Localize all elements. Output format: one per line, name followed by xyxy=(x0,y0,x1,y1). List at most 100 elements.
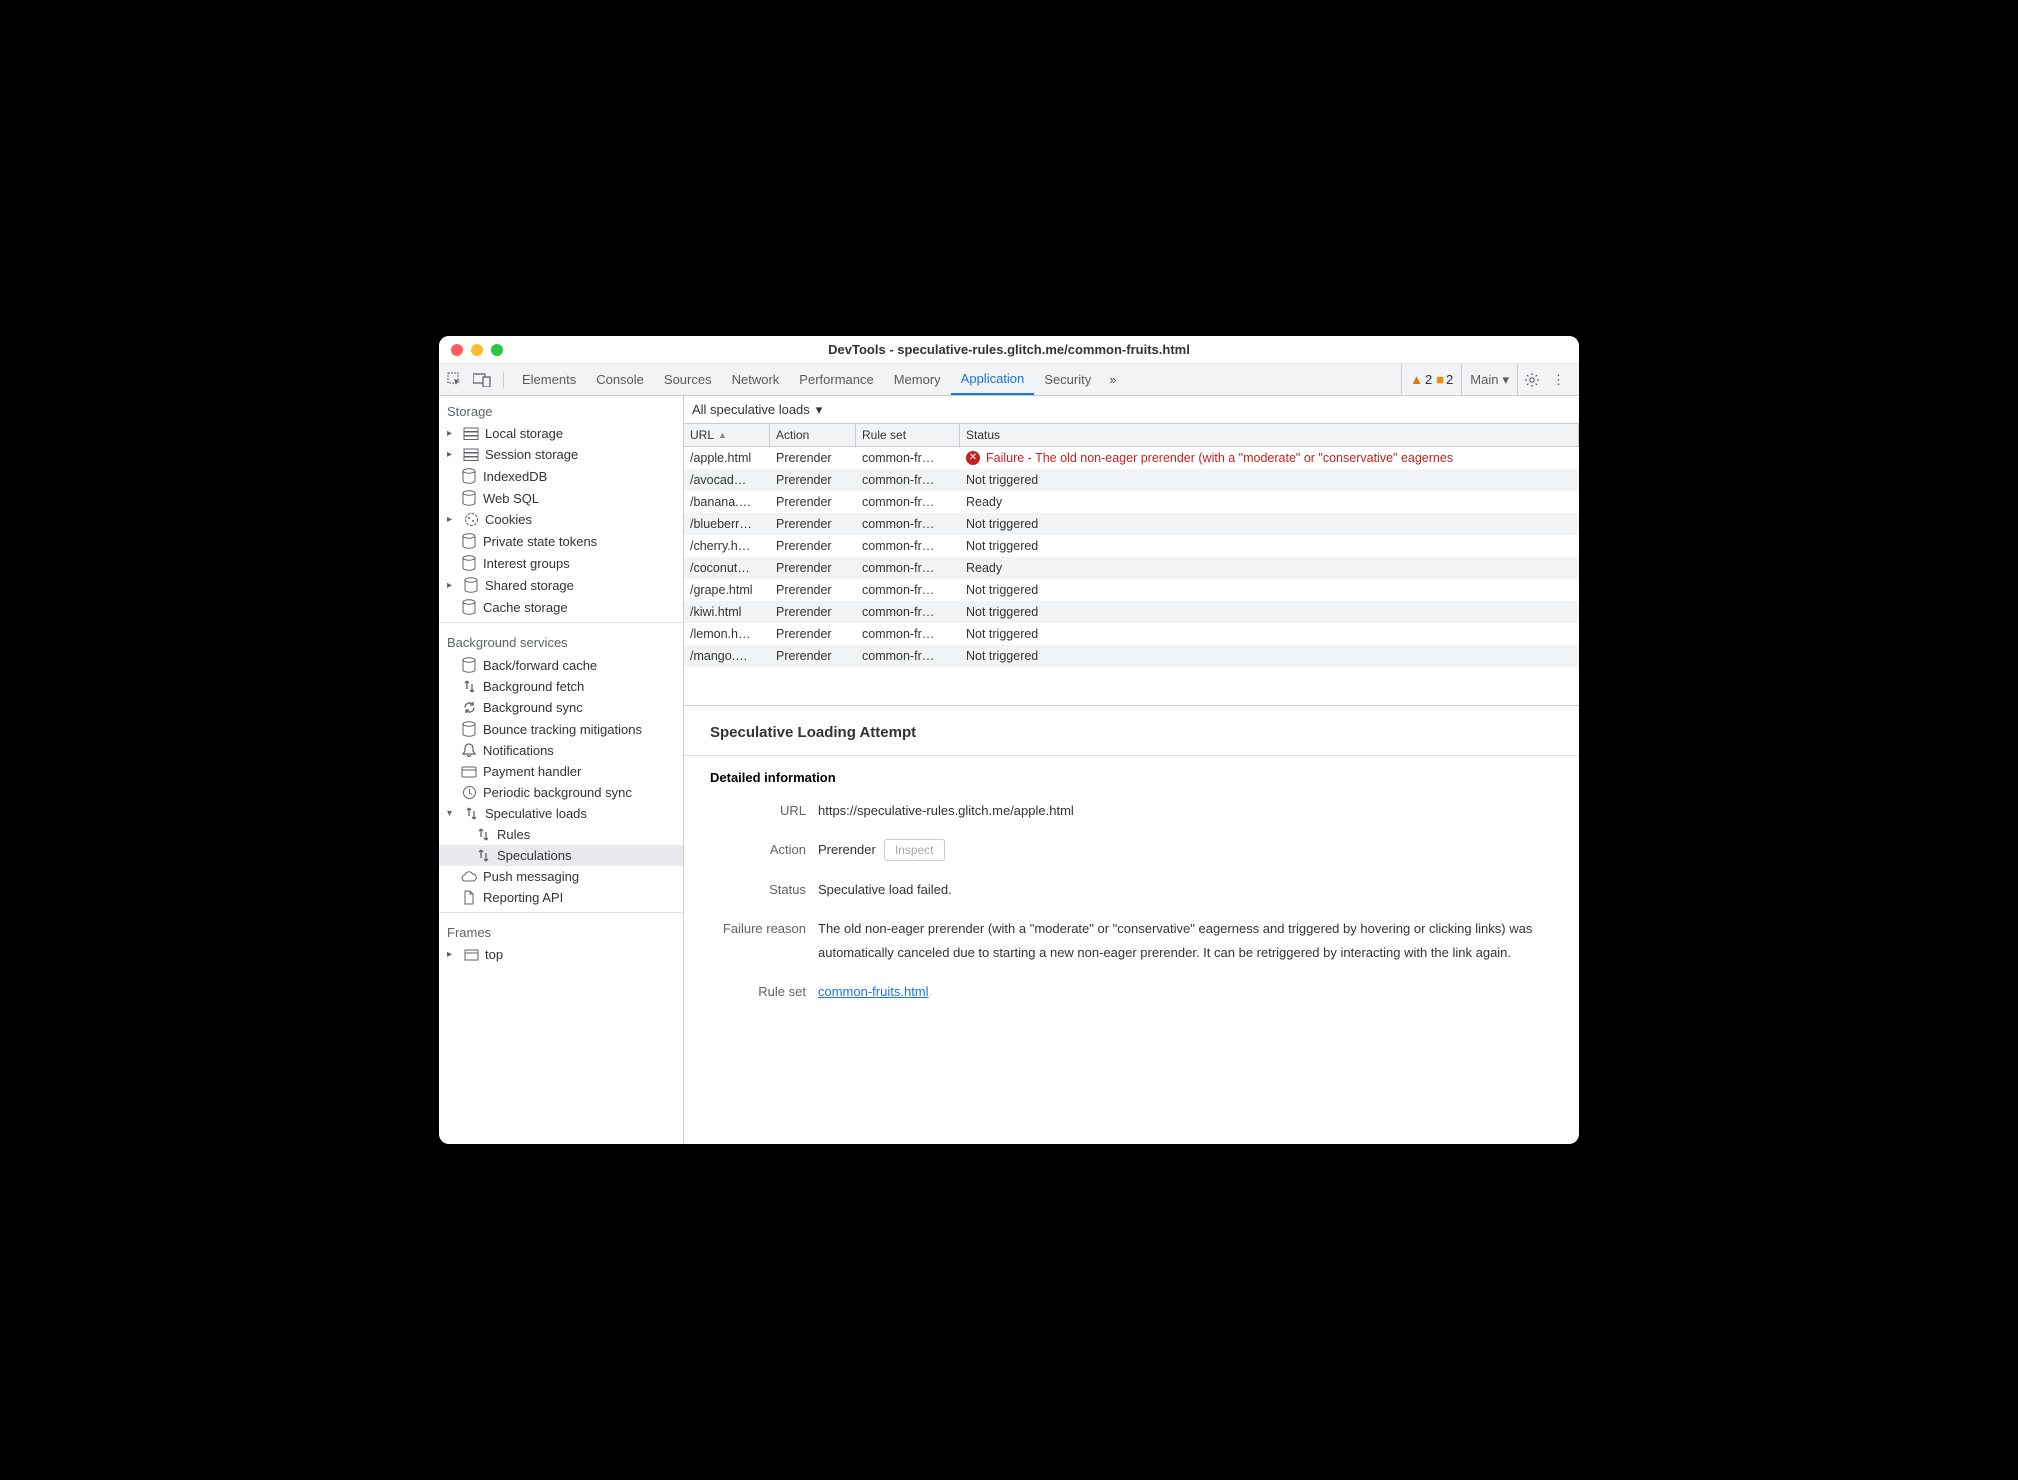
header-url[interactable]: URL▲ xyxy=(684,424,770,446)
problems-badges[interactable]: ▲2 ■2 xyxy=(1401,364,1462,395)
sidebar-item-cache-storage[interactable]: Cache storage xyxy=(439,596,683,618)
sidebar-item-reporting-api[interactable]: Reporting API xyxy=(439,887,683,908)
filter-bar: All speculative loads ▾ xyxy=(684,396,1579,424)
sidebar-item-label: Interest groups xyxy=(483,556,570,571)
tab-sources[interactable]: Sources xyxy=(654,364,722,395)
sidebar-item-interest-groups[interactable]: Interest groups xyxy=(439,552,683,574)
sidebar-item-web-sql[interactable]: Web SQL xyxy=(439,487,683,509)
sidebar-item-notifications[interactable]: Notifications xyxy=(439,740,683,761)
cell-url: /blueberr… xyxy=(684,513,770,535)
cell-ruleset: common-fr… xyxy=(856,447,960,469)
table-row[interactable]: /mango.…Prerendercommon-fr…Not triggered xyxy=(684,645,1579,667)
sidebar-item-indexeddb[interactable]: IndexedDB xyxy=(439,465,683,487)
sidebar-item-push-messaging[interactable]: Push messaging xyxy=(439,866,683,887)
sidebar-item-label: Cookies xyxy=(485,512,532,527)
sidebar-item-label: Bounce tracking mitigations xyxy=(483,722,642,737)
sidebar-item-cookies[interactable]: Cookies xyxy=(439,509,683,530)
cell-action: Prerender xyxy=(770,513,856,535)
tab-elements[interactable]: Elements xyxy=(512,364,586,395)
tab-security[interactable]: Security xyxy=(1034,364,1101,395)
sidebar-item-local-storage[interactable]: Local storage xyxy=(439,423,683,444)
sidebar-item-label: Background fetch xyxy=(483,679,584,694)
header-status[interactable]: Status xyxy=(960,424,1579,446)
tab-performance[interactable]: Performance xyxy=(789,364,883,395)
sidebar-item-label: Speculations xyxy=(497,848,571,863)
sidebar-item-top[interactable]: top xyxy=(439,944,683,965)
sidebar-item-label: Shared storage xyxy=(485,578,574,593)
sidebar-item-label: Local storage xyxy=(485,426,563,441)
cell-ruleset: common-fr… xyxy=(856,469,960,491)
cyl-icon xyxy=(463,577,479,593)
label-status: Status xyxy=(710,878,818,901)
target-selector[interactable]: Main▾ xyxy=(1462,364,1518,395)
cell-ruleset: common-fr… xyxy=(856,601,960,623)
inspect-icon[interactable] xyxy=(447,372,463,388)
cell-action: Prerender xyxy=(770,447,856,469)
header-action[interactable]: Action xyxy=(770,424,856,446)
cyl-icon xyxy=(461,490,477,506)
sidebar-item-label: Background sync xyxy=(483,700,583,715)
table-row[interactable]: /grape.htmlPrerendercommon-fr…Not trigge… xyxy=(684,579,1579,601)
table-row[interactable]: /avocad…Prerendercommon-fr…Not triggered xyxy=(684,469,1579,491)
table-row[interactable]: /cherry.h…Prerendercommon-fr…Not trigger… xyxy=(684,535,1579,557)
sidebar-item-background-fetch[interactable]: Background fetch xyxy=(439,676,683,697)
table-row[interactable]: /banana.…Prerendercommon-fr…Ready xyxy=(684,491,1579,513)
sidebar-item-rules[interactable]: Rules xyxy=(439,824,683,845)
tab-memory[interactable]: Memory xyxy=(884,364,951,395)
doc-icon xyxy=(461,890,477,905)
sidebar-item-private-state-tokens[interactable]: Private state tokens xyxy=(439,530,683,552)
sidebar-item-bounce-tracking-mitigations[interactable]: Bounce tracking mitigations xyxy=(439,718,683,740)
sidebar-item-label: Speculative loads xyxy=(485,806,587,821)
tab-network[interactable]: Network xyxy=(722,364,790,395)
sidebar-item-background-sync[interactable]: Background sync xyxy=(439,697,683,718)
card-icon xyxy=(461,766,477,778)
value-action: PrerenderInspect xyxy=(818,838,1553,861)
sidebar-item-label: Rules xyxy=(497,827,530,842)
minimize-window-button[interactable] xyxy=(471,344,483,356)
detail-heading: Speculative Loading Attempt xyxy=(710,724,1553,741)
kebab-menu-button[interactable]: ⋮ xyxy=(1546,372,1571,388)
cookie-icon xyxy=(463,512,479,527)
sidebar-item-speculative-loads[interactable]: Speculative loads xyxy=(439,803,683,824)
ruleset-link[interactable]: common-fruits.html xyxy=(818,984,929,999)
label-url: URL xyxy=(710,799,818,822)
sort-icon: ▲ xyxy=(718,430,727,440)
sidebar-item-label: Periodic background sync xyxy=(483,785,632,800)
cell-action: Prerender xyxy=(770,491,856,513)
more-tabs-button[interactable]: » xyxy=(1101,372,1124,387)
sidebar-item-label: top xyxy=(485,947,503,962)
arrows-icon xyxy=(461,679,477,694)
sidebar-item-speculations[interactable]: Speculations xyxy=(439,845,683,866)
cell-status: Not triggered xyxy=(960,469,1579,491)
zoom-window-button[interactable] xyxy=(491,344,503,356)
sidebar-item-back-forward-cache[interactable]: Back/forward cache xyxy=(439,654,683,676)
issues-count[interactable]: ■2 xyxy=(1436,372,1453,387)
sidebar-item-shared-storage[interactable]: Shared storage xyxy=(439,574,683,596)
device-icon[interactable] xyxy=(473,373,491,387)
sidebar-item-periodic-background-sync[interactable]: Periodic background sync xyxy=(439,782,683,803)
warnings-count[interactable]: ▲2 xyxy=(1410,372,1432,387)
table-row[interactable]: /kiwi.htmlPrerendercommon-fr…Not trigger… xyxy=(684,601,1579,623)
sidebar-item-label: Session storage xyxy=(485,447,578,462)
cyl-icon xyxy=(461,599,477,615)
table-row[interactable]: /blueberr…Prerendercommon-fr…Not trigger… xyxy=(684,513,1579,535)
speculations-table: URL▲ Action Rule set Status /apple.htmlP… xyxy=(684,424,1579,706)
inspect-button[interactable]: Inspect xyxy=(884,839,945,861)
cell-action: Prerender xyxy=(770,579,856,601)
close-window-button[interactable] xyxy=(451,344,463,356)
sidebar-item-payment-handler[interactable]: Payment handler xyxy=(439,761,683,782)
table-row[interactable]: /coconut…Prerendercommon-fr…Ready xyxy=(684,557,1579,579)
sidebar-item-label: IndexedDB xyxy=(483,469,547,484)
cell-action: Prerender xyxy=(770,645,856,667)
tab-console[interactable]: Console xyxy=(586,364,654,395)
table-row[interactable]: /lemon.h…Prerendercommon-fr…Not triggere… xyxy=(684,623,1579,645)
sidebar-item-session-storage[interactable]: Session storage xyxy=(439,444,683,465)
cell-status: Not triggered xyxy=(960,579,1579,601)
settings-button[interactable] xyxy=(1518,372,1546,388)
tab-application[interactable]: Application xyxy=(951,364,1035,395)
cell-url: /avocad… xyxy=(684,469,770,491)
label-failure: Failure reason xyxy=(710,917,818,964)
table-row[interactable]: /apple.htmlPrerendercommon-fr…✕Failure -… xyxy=(684,447,1579,469)
filter-dropdown[interactable]: All speculative loads ▾ xyxy=(692,402,822,418)
header-ruleset[interactable]: Rule set xyxy=(856,424,960,446)
